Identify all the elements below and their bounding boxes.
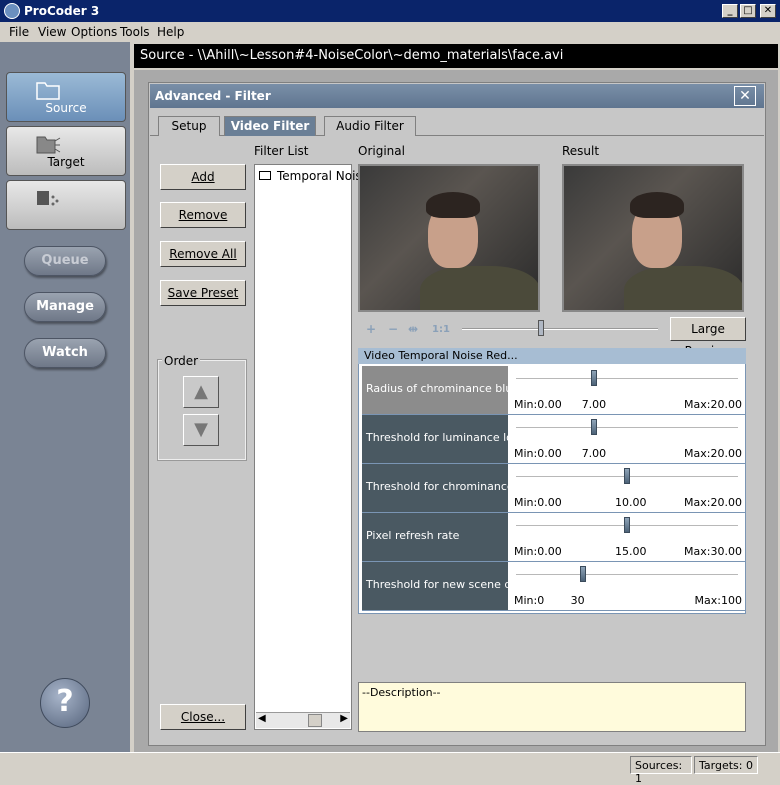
param-min: Min:0 <box>514 594 545 607</box>
nav-source[interactable]: Source <box>6 72 126 122</box>
arrow-down-icon: ▼ <box>194 419 208 440</box>
param-min: Min:0.00 <box>514 398 562 411</box>
maximize-button[interactable]: □ <box>740 4 756 18</box>
param-label: Radius of chrominance blur <box>362 366 508 414</box>
param-min: Min:0.00 <box>514 447 562 460</box>
param-label: Pixel refresh rate <box>362 513 508 561</box>
param-row[interactable]: Threshold for luminance loc... Min:0.00 7.… <box>362 415 746 464</box>
param-value: 30 <box>570 594 585 607</box>
scroll-thumb[interactable] <box>308 714 322 727</box>
save-preset-button[interactable]: Save Preset <box>160 280 246 306</box>
param-slider-thumb[interactable] <box>590 419 597 435</box>
nav-target[interactable]: Target <box>6 126 126 176</box>
tab-video-filter[interactable]: Video Filter <box>224 116 316 136</box>
filter-list-label: Filter List <box>254 144 309 158</box>
dialog-title: Advanced - Filter <box>150 84 764 108</box>
arrow-up-icon: ▲ <box>194 381 208 402</box>
original-preview <box>358 164 540 312</box>
param-slider-thumb[interactable] <box>624 468 630 484</box>
scroll-left-icon[interactable]: ◀ <box>258 713 266 724</box>
param-max: Max:30.00 <box>684 545 742 558</box>
nav-target-label: Target <box>47 155 85 169</box>
folder-icon <box>259 171 271 180</box>
param-value: 7.00 <box>581 398 607 411</box>
window-title: ProCoder 3 <box>24 4 100 18</box>
param-label: Threshold for luminance loc... <box>362 415 508 463</box>
scroll-right-icon[interactable]: ▶ <box>340 713 348 724</box>
param-row[interactable]: Radius of chrominance blur Min:0.00 7.00 Ma… <box>362 366 746 415</box>
convert-icon <box>37 191 59 206</box>
preview-position-track[interactable] <box>462 328 658 330</box>
dialog-close-button[interactable]: ✕ <box>734 86 756 106</box>
param-row[interactable]: Threshold for new scene de... Min:0 30 Max:… <box>362 562 746 611</box>
nav-source-label: Source <box>45 101 87 115</box>
remove-all-button[interactable]: Remove All <box>160 241 246 267</box>
param-slider-thumb[interactable] <box>624 517 630 533</box>
param-max: Max:20.00 <box>684 496 742 509</box>
filter-list[interactable]: Temporal Noise <box>254 164 369 730</box>
param-max: Max:20.00 <box>684 447 742 460</box>
add-button[interactable]: Add <box>160 164 246 190</box>
folder-icon <box>36 82 60 100</box>
large-preview-button[interactable]: Large Preview <box>670 317 746 358</box>
param-slider-thumb[interactable] <box>579 566 586 582</box>
param-slider-track[interactable] <box>516 574 738 576</box>
preview-position-thumb[interactable] <box>538 320 544 336</box>
param-slider-thumb[interactable] <box>590 370 597 386</box>
result-preview <box>562 164 744 312</box>
result-label: Result <box>562 144 600 158</box>
param-slider-track[interactable] <box>516 378 738 380</box>
param-label: Threshold for new scene de... <box>362 562 508 610</box>
filter-item-label: Temporal Noise <box>277 169 370 183</box>
help-button[interactable]: ? <box>40 678 90 728</box>
fit-icon[interactable]: ⇹ <box>408 322 418 336</box>
param-min: Min:0.00 <box>514 545 562 558</box>
param-row[interactable]: Threshold for chrominance l... Min:0.00 10… <box>362 464 746 513</box>
actual-size-icon[interactable]: 1:1 <box>432 324 450 335</box>
tab-setup[interactable]: Setup <box>158 116 220 136</box>
param-row[interactable]: Pixel refresh rate Min:0.00 15.00 Max:30.00 <box>362 513 746 562</box>
move-down-button[interactable]: ▼ <box>183 414 219 446</box>
list-item[interactable]: Temporal Noise <box>259 169 369 183</box>
param-value: 10.00 <box>615 496 647 509</box>
nav-convert[interactable] <box>6 180 126 230</box>
left-nav-panel: Source Target Queue Manage Watch <box>0 42 130 752</box>
minimize-button[interactable]: _ <box>722 4 738 18</box>
title-bar: ProCoder 3 _ □ ✕ <box>0 0 780 22</box>
source-path-bar: Source - \\Ahill\~Lesson#4-NoiseColor\~d… <box>134 44 778 68</box>
original-label: Original <box>358 144 405 158</box>
menu-bar: File View Options Tools Help <box>0 22 780 42</box>
move-up-button[interactable]: ▲ <box>183 376 219 408</box>
param-value: 15.00 <box>615 545 647 558</box>
param-max: Max:20.00 <box>684 398 742 411</box>
target-folder-icon <box>36 136 61 154</box>
remove-button[interactable]: Remove <box>160 202 246 228</box>
status-bar: Sources: 1 Targets: 0 <box>0 752 780 785</box>
app-icon <box>4 3 20 19</box>
close-button[interactable]: Close... <box>160 704 246 730</box>
param-slider-track[interactable] <box>516 427 738 429</box>
watch-button[interactable]: Watch <box>24 338 106 368</box>
tab-audio-filter[interactable]: Audio Filter <box>324 116 416 136</box>
param-label: Threshold for chrominance l... <box>362 464 508 512</box>
menu-file[interactable]: File <box>9 25 29 39</box>
sources-count: Sources: 1 <box>630 756 692 785</box>
menu-options[interactable]: Options <box>71 25 117 39</box>
close-window-button[interactable]: ✕ <box>760 4 776 18</box>
params-header: Video Temporal Noise Red... <box>358 348 746 364</box>
filter-list-scrollbar[interactable]: ◀ ▶ <box>256 712 350 728</box>
param-value: 7.00 <box>581 447 607 460</box>
param-min: Min:0.00 <box>514 496 562 509</box>
zoom-in-icon[interactable]: + <box>366 322 376 336</box>
order-label: Order <box>162 354 201 368</box>
manage-button[interactable]: Manage <box>24 292 106 322</box>
menu-view[interactable]: View <box>38 25 66 39</box>
targets-count: Targets: 0 <box>694 756 758 774</box>
param-max: Max:100 <box>694 594 742 607</box>
queue-button[interactable]: Queue <box>24 246 106 276</box>
zoom-out-icon[interactable]: − <box>388 322 398 336</box>
menu-help[interactable]: Help <box>157 25 184 39</box>
description-box: --Description-- <box>358 682 746 732</box>
menu-tools[interactable]: Tools <box>120 25 150 39</box>
